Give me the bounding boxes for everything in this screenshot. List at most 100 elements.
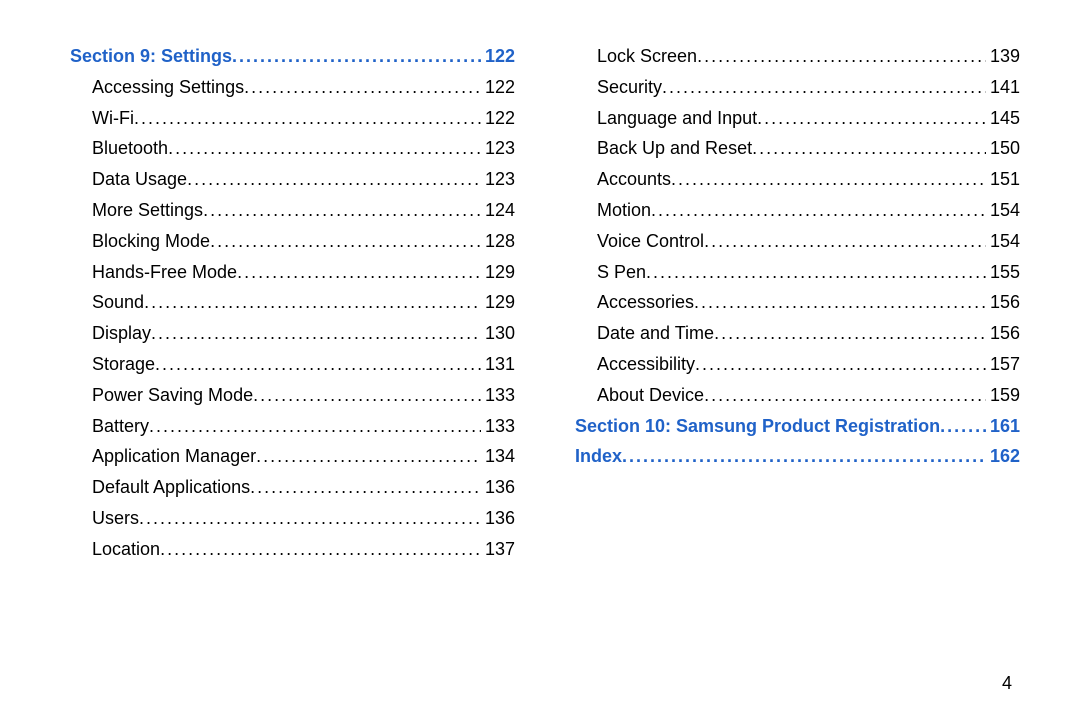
toc-leader-dots	[651, 196, 986, 225]
toc-page-number: 133	[481, 412, 515, 441]
toc-section-row[interactable]: Section 10: Samsung Product Registration…	[575, 412, 1020, 441]
toc-item-row[interactable]: Accessories 156	[575, 288, 1020, 317]
toc-page-number: 162	[986, 442, 1020, 471]
toc-page-number: 150	[986, 134, 1020, 163]
toc-page-number: 141	[986, 73, 1020, 102]
toc-label: Application Manager	[92, 442, 256, 471]
toc-page: Section 9: Settings 122Accessing Setting…	[0, 0, 1080, 720]
toc-page-number: 133	[481, 381, 515, 410]
toc-label: Accounts	[597, 165, 671, 194]
toc-label: Accessing Settings	[92, 73, 244, 102]
toc-item-row[interactable]: Motion 154	[575, 196, 1020, 225]
toc-section-row[interactable]: Section 9: Settings 122	[70, 42, 515, 71]
toc-leader-dots	[155, 350, 481, 379]
toc-label: Users	[92, 504, 139, 533]
toc-item-row[interactable]: Battery 133	[70, 412, 515, 441]
toc-label: More Settings	[92, 196, 203, 225]
toc-label: Accessories	[597, 288, 694, 317]
toc-page-number: 128	[481, 227, 515, 256]
toc-leader-dots	[694, 288, 986, 317]
toc-page-number: 123	[481, 134, 515, 163]
toc-item-row[interactable]: Location 137	[70, 535, 515, 564]
toc-leader-dots	[168, 134, 481, 163]
toc-leader-dots	[697, 42, 986, 71]
toc-page-number: 130	[481, 319, 515, 348]
toc-item-row[interactable]: Sound 129	[70, 288, 515, 317]
toc-leader-dots	[160, 535, 481, 564]
toc-label: Wi-Fi	[92, 104, 134, 133]
toc-label: Battery	[92, 412, 149, 441]
toc-label: About Device	[597, 381, 704, 410]
toc-page-number: 137	[481, 535, 515, 564]
toc-item-row[interactable]: Blocking Mode 128	[70, 227, 515, 256]
toc-label: S Pen	[597, 258, 646, 287]
toc-leader-dots	[144, 288, 481, 317]
toc-item-row[interactable]: Data Usage 123	[70, 165, 515, 194]
toc-label: Lock Screen	[597, 42, 697, 71]
toc-page-number: 129	[481, 258, 515, 287]
toc-page-number: 123	[481, 165, 515, 194]
toc-leader-dots	[704, 227, 986, 256]
toc-label: Power Saving Mode	[92, 381, 253, 410]
toc-item-row[interactable]: Accessing Settings 122	[70, 73, 515, 102]
toc-label: Bluetooth	[92, 134, 168, 163]
toc-page-number: 131	[481, 350, 515, 379]
toc-page-number: 156	[986, 319, 1020, 348]
toc-item-row[interactable]: Security 141	[575, 73, 1020, 102]
toc-page-number: 154	[986, 227, 1020, 256]
toc-label: Location	[92, 535, 160, 564]
toc-page-number: 122	[481, 104, 515, 133]
toc-page-number: 156	[986, 288, 1020, 317]
toc-item-row[interactable]: Back Up and Reset 150	[575, 134, 1020, 163]
toc-leader-dots	[256, 442, 481, 471]
toc-page-number: 161	[986, 412, 1020, 441]
toc-item-row[interactable]: Default Applications 136	[70, 473, 515, 502]
toc-label: Section 9: Settings	[70, 42, 232, 71]
toc-page-number: 124	[481, 196, 515, 225]
toc-label: Motion	[597, 196, 651, 225]
toc-label: Sound	[92, 288, 144, 317]
toc-item-row[interactable]: Storage 131	[70, 350, 515, 379]
toc-item-row[interactable]: Accounts 151	[575, 165, 1020, 194]
toc-leader-dots	[139, 504, 481, 533]
toc-page-number: 122	[481, 73, 515, 102]
toc-label: Language and Input	[597, 104, 757, 133]
toc-item-row[interactable]: Bluetooth 123	[70, 134, 515, 163]
toc-left-column: Section 9: Settings 122Accessing Setting…	[70, 40, 515, 690]
toc-leader-dots	[671, 165, 986, 194]
toc-item-row[interactable]: Display 130	[70, 319, 515, 348]
toc-leader-dots	[940, 412, 986, 441]
toc-page-number: 159	[986, 381, 1020, 410]
toc-item-row[interactable]: S Pen 155	[575, 258, 1020, 287]
toc-leader-dots	[622, 442, 986, 471]
toc-item-row[interactable]: Application Manager 134	[70, 442, 515, 471]
toc-label: Back Up and Reset	[597, 134, 752, 163]
toc-item-row[interactable]: Accessibility 157	[575, 350, 1020, 379]
toc-item-row[interactable]: Date and Time 156	[575, 319, 1020, 348]
toc-item-row[interactable]: About Device 159	[575, 381, 1020, 410]
toc-page-number: 145	[986, 104, 1020, 133]
toc-leader-dots	[704, 381, 986, 410]
toc-item-row[interactable]: Wi-Fi 122	[70, 104, 515, 133]
toc-page-number: 139	[986, 42, 1020, 71]
toc-leader-dots	[714, 319, 986, 348]
toc-label: Section 10: Samsung Product Registration	[575, 412, 940, 441]
toc-item-row[interactable]: Voice Control 154	[575, 227, 1020, 256]
toc-leader-dots	[203, 196, 481, 225]
toc-item-row[interactable]: Power Saving Mode 133	[70, 381, 515, 410]
toc-page-number: 122	[481, 42, 515, 71]
toc-leader-dots	[210, 227, 481, 256]
toc-item-row[interactable]: More Settings 124	[70, 196, 515, 225]
toc-item-row[interactable]: Hands-Free Mode 129	[70, 258, 515, 287]
toc-item-row[interactable]: Lock Screen 139	[575, 42, 1020, 71]
toc-page-number: 157	[986, 350, 1020, 379]
toc-page-number: 154	[986, 196, 1020, 225]
toc-item-row[interactable]: Language and Input 145	[575, 104, 1020, 133]
toc-section-row[interactable]: Index 162	[575, 442, 1020, 471]
toc-label: Default Applications	[92, 473, 250, 502]
toc-leader-dots	[134, 104, 481, 133]
toc-page-number: 136	[481, 504, 515, 533]
toc-leader-dots	[244, 73, 481, 102]
toc-label: Display	[92, 319, 151, 348]
toc-item-row[interactable]: Users 136	[70, 504, 515, 533]
